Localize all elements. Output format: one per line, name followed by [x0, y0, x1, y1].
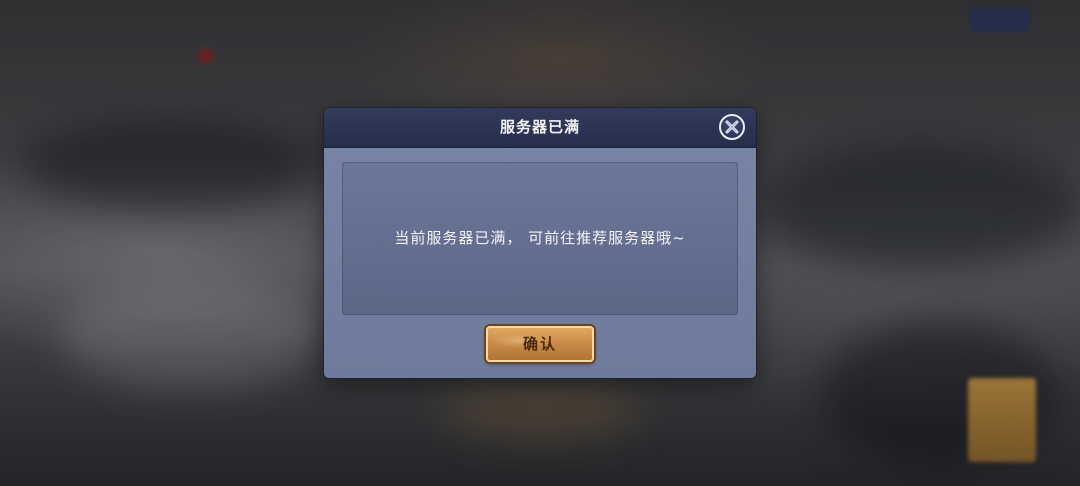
close-icon	[725, 120, 739, 134]
message-panel: 当前服务器已满， 可前往推荐服务器哦~	[342, 162, 738, 315]
game-scene: 服务器已满 当前服务器已满， 可前往推荐服务器哦~ 确认	[0, 0, 1080, 486]
confirm-button-label: 确认	[522, 335, 557, 353]
dialog-title: 服务器已满	[499, 118, 580, 136]
confirm-button[interactable]: 确认	[486, 326, 594, 362]
close-button[interactable]	[719, 114, 745, 140]
dialog-message: 当前服务器已满， 可前往推荐服务器哦~	[394, 229, 686, 247]
server-full-dialog: 服务器已满 当前服务器已满， 可前往推荐服务器哦~ 确认	[324, 108, 756, 378]
